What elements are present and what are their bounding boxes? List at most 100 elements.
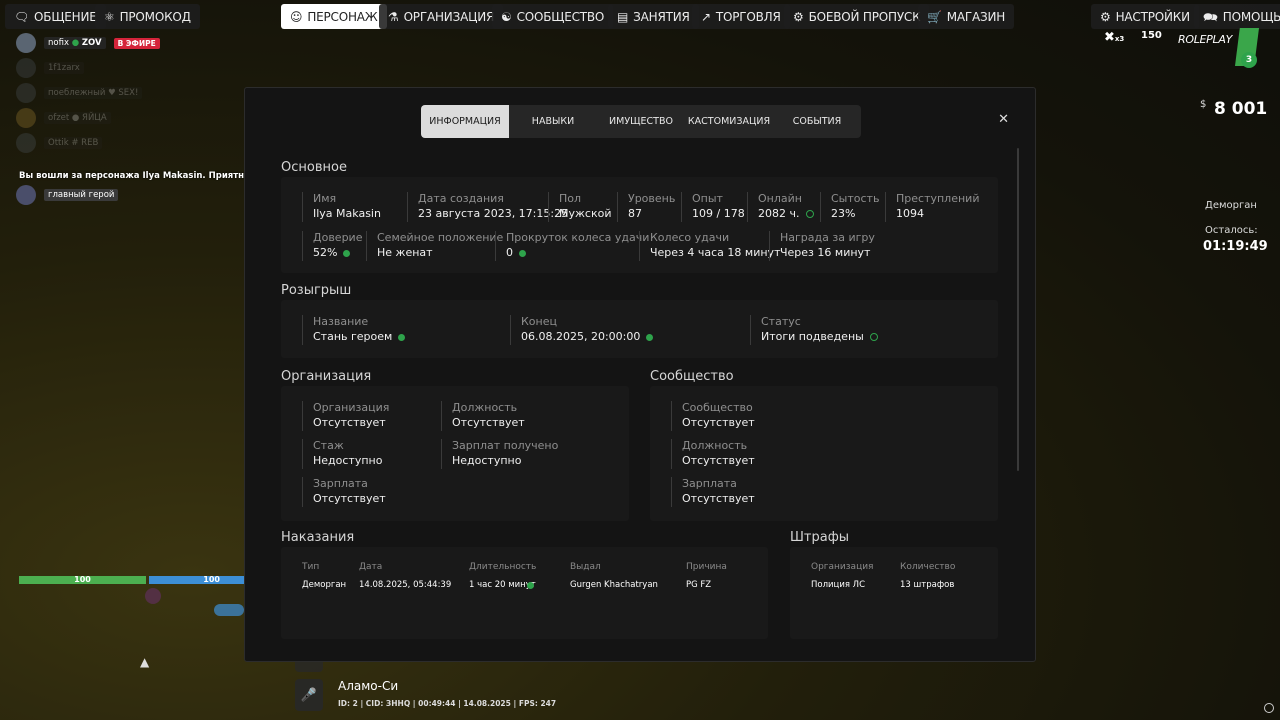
column-header: Дата <box>359 562 383 572</box>
chat-row[interactable]: nofix ● ZOV В ЭФИРЕ <box>16 33 160 53</box>
coins-badge: 150 <box>1141 30 1162 41</box>
chat-row[interactable]: ofzet ● ЯЙЦА <box>16 108 111 128</box>
nav-chat-button[interactable]: 🗨 ОБЩЕНИЕ <box>5 4 106 29</box>
gear-icon: ⚙ <box>793 9 804 24</box>
nav-tasks-button[interactable]: ▤ ЗАНЯТИЯ <box>608 4 699 29</box>
field-name: Имя Ilya Makasin <box>302 192 381 222</box>
scrollbar[interactable] <box>1017 148 1019 471</box>
map-arrow-icon: ▲ <box>140 655 150 669</box>
info-icon[interactable] <box>869 333 878 341</box>
close-icon[interactable]: ✕ <box>998 112 1009 127</box>
avatar <box>16 33 36 53</box>
armor-bar: 100 <box>149 576 244 584</box>
raffle-card: Название Стань героем Конец 06.08.2025, 20… <box>281 300 998 358</box>
nav-trade-button[interactable]: ↗ ТОРГОВЛЯ <box>692 4 790 29</box>
nav-settings-label: НАСТРОЙКИ <box>1115 9 1190 24</box>
punishments-table: Тип Дата Длительность Выдал Причина Демо… <box>281 547 768 639</box>
status-dot-icon <box>398 333 406 341</box>
column-header: Организация <box>811 562 874 572</box>
remain-label: Осталось: <box>1205 225 1258 236</box>
chat-nick: Ottik # REB <box>44 137 103 149</box>
chat-icon: 🗨 <box>14 9 30 24</box>
field-gender: Пол Мужской <box>548 192 611 222</box>
avatar <box>16 185 36 205</box>
tabs: ИНФОРМАЦИЯ НАВЫКИ ИМУЩЕСТВО КАСТОМИЗАЦИЯ… <box>421 105 861 138</box>
table-cell: PG FZ <box>686 580 712 590</box>
nav-chat-label: ОБЩЕНИЕ <box>34 9 97 24</box>
field-online: Онлайн 2082 ч. <box>747 192 814 222</box>
chat-row[interactable]: Ottik # REB <box>16 133 103 153</box>
nav-settings-button[interactable]: ⚙ НАСТРОЙКИ <box>1091 4 1199 29</box>
server-number: 3 <box>1241 52 1257 68</box>
nav-shop-label: МАГАЗИН <box>946 9 1006 24</box>
field-community-salary: Зарплата Отсутствует <box>671 477 755 507</box>
remain-time: 01:19:49 <box>1203 239 1268 254</box>
chevron-down-icon[interactable] <box>295 662 323 672</box>
nav-promo-label: ПРОМОКОД <box>119 9 191 24</box>
field-satiety: Сытость 23% <box>820 192 879 222</box>
nav-help-button[interactable]: 🗪 ПОМОЩЬ <box>1194 4 1280 29</box>
microphone-icon[interactable]: 🎤 <box>295 679 323 711</box>
field-wheel-spins: Прокруток колеса удачи 0 <box>495 231 649 261</box>
tab-info[interactable]: ИНФОРМАЦИЯ <box>421 105 509 138</box>
info-icon[interactable] <box>805 210 814 218</box>
gift-icon: ⚛ <box>104 9 115 24</box>
nav-character-button[interactable]: ☺ ПЕРСОНАЖ <box>281 4 387 29</box>
column-header: Причина <box>686 562 727 572</box>
chat-nick: nofix ● ZOV <box>44 37 106 49</box>
cart-icon: 🛒 <box>927 9 942 24</box>
field-family: Семейное положение Не женат <box>366 231 503 261</box>
organization-card: Организация Отсутствует Должность Отсутств… <box>281 386 629 521</box>
hero-badge: главный герой <box>44 189 119 201</box>
field-org-position: Должность Отсутствует <box>441 401 525 431</box>
settings-icon: ⚙ <box>1100 9 1111 24</box>
table-cell: 13 штрафов <box>900 580 955 590</box>
person-icon: ☺ <box>290 9 303 24</box>
nav-character-label: ПЕРСОНАЖ <box>307 9 378 24</box>
chat-row[interactable]: поеблежный ♥ SEX! <box>16 83 143 103</box>
chat-nick: ofzet ● ЯЙЦА <box>44 112 111 124</box>
tab-customization[interactable]: КАСТОМИЗАЦИЯ <box>685 105 773 138</box>
nav-help-label: ПОМОЩЬ <box>1222 9 1280 24</box>
health-bar: 100 <box>19 576 146 584</box>
nav-battlepass-button[interactable]: ⚙ БОЕВОЙ ПРОПУСК <box>784 4 930 29</box>
org-icon: ⚗ <box>388 9 399 24</box>
tasks-icon: ▤ <box>617 9 629 24</box>
status-dot-icon <box>527 582 534 589</box>
section-title-punishments: Наказания <box>281 530 355 545</box>
tab-skills[interactable]: НАВЫКИ <box>509 105 597 138</box>
tab-property[interactable]: ИМУЩЕСТВО <box>597 105 685 138</box>
status-dot-icon <box>343 249 351 257</box>
field-org-tenure: Стаж Недоступно <box>302 439 382 469</box>
field-org: Организация Отсутствует <box>302 401 389 431</box>
live-badge: В ЭФИРЕ <box>113 37 160 49</box>
location-name: Аламо-Си <box>338 679 399 693</box>
nav-shop-button[interactable]: 🛒 МАГАЗИН <box>918 4 1015 29</box>
tab-events[interactable]: СОБЫТИЯ <box>773 105 861 138</box>
server-logo: ROLEPLAY <box>1178 33 1232 46</box>
chat-row[interactable]: главный герой <box>16 185 119 205</box>
column-header: Выдал <box>570 562 601 572</box>
currency-icon: $ <box>1200 99 1207 110</box>
nav-organization-button[interactable]: ⚗ ОРГАНИЗАЦИЯ <box>379 4 504 29</box>
nav-battlepass-label: БОЕВОЙ ПРОПУСК <box>808 9 921 24</box>
status-dot-icon <box>646 333 654 341</box>
field-wheel: Колесо удачи Через 4 часа 18 минут <box>639 231 780 261</box>
x3-badge: ✖x3 <box>1104 30 1125 45</box>
column-header: Тип <box>302 562 320 572</box>
nav-community-button[interactable]: ☯ СООБЩЕСТВО <box>492 4 614 29</box>
avatar <box>16 83 36 103</box>
section-title-community: Сообщество <box>650 369 734 384</box>
chat-row[interactable]: 1f1zarx <box>16 58 84 78</box>
field-created: Дата создания 23 августа 2023, 17:15:25 <box>407 192 568 222</box>
field-crimes: Преступлений 1094 <box>885 192 979 222</box>
money-value: 8 001 <box>1214 99 1268 119</box>
section-title-basic: Основное <box>281 160 347 175</box>
chart-icon: ↗ <box>701 9 711 24</box>
nav-promo-button[interactable]: ⚛ ПРОМОКОД <box>95 4 200 29</box>
nav-organization-label: ОРГАНИЗАЦИЯ <box>403 9 495 24</box>
field-raffle-status: Статус Итоги подведены <box>750 315 878 345</box>
table-cell: 1 час 20 минут <box>469 580 536 590</box>
help-icon: 🗪 <box>1203 9 1218 24</box>
community-icon: ☯ <box>501 9 512 24</box>
